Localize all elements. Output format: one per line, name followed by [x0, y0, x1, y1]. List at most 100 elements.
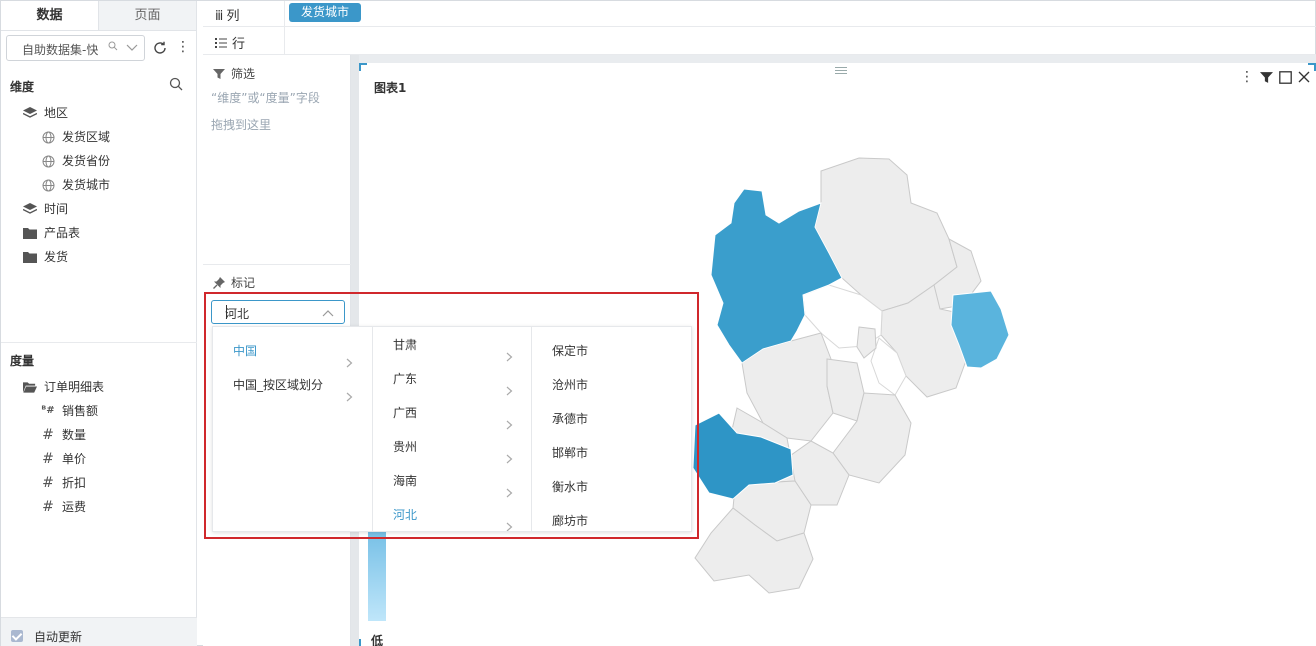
filter-title: 筛选	[213, 65, 255, 82]
data-panel: 数据 页面 自助数据集-快 ⋮ 维度 地区发货区域发货省份发货城市时间产品表发货	[1, 1, 197, 646]
dimension-item-label: 地区	[44, 106, 69, 120]
measure-item-label: 数量	[62, 428, 87, 442]
dataset-row: 自助数据集-快 ⋮	[6, 35, 192, 61]
dimension-item-3[interactable]: 发货城市	[41, 175, 110, 195]
refresh-icon[interactable]	[152, 40, 168, 59]
tab-data[interactable]: 数据	[1, 1, 98, 30]
section-divider	[1, 342, 197, 343]
cascader-province-item-label: 广东	[393, 372, 418, 386]
layers-icon	[23, 202, 37, 216]
cascader-city-item-3[interactable]: 邯郸市	[532, 436, 692, 470]
cascader-city-item-1[interactable]: 沧州市	[532, 368, 692, 402]
dimension-item-label: 发货区域	[62, 130, 111, 144]
dimension-item-4[interactable]: 时间	[23, 199, 68, 219]
columns-icon: ⅲ	[215, 9, 223, 24]
column-shelf-label: ⅲ 列	[215, 9, 240, 24]
mark-title: 标记	[213, 274, 255, 291]
cascader-province-item-0[interactable]: 甘肃	[373, 328, 531, 362]
cascader-province-item-1[interactable]: 广东	[373, 362, 531, 396]
chevron-up-icon[interactable]	[322, 307, 334, 321]
tab-page[interactable]: 页面	[98, 1, 196, 30]
search-icon	[108, 41, 118, 54]
measure-item-2[interactable]: # 数量	[41, 425, 86, 445]
chevron-right-icon	[506, 511, 513, 531]
cascader-city-item-label: 沧州市	[552, 378, 589, 392]
dimension-item-5[interactable]: 产品表	[23, 223, 80, 243]
measure-item-label: 订单明细表	[44, 380, 105, 394]
row-shelf-label: 行	[215, 33, 245, 52]
cascader-city-item-0[interactable]: 保定市	[532, 334, 692, 368]
cascader-city-item-5[interactable]: 廊坊市	[532, 504, 692, 531]
map-region-langfang-s[interactable]	[826, 358, 865, 422]
globe-icon	[41, 178, 55, 192]
auto-update-checkbox[interactable]	[11, 630, 23, 642]
row-shelf: 行	[203, 27, 1316, 55]
measure-item-label: 单价	[62, 452, 87, 466]
dimension-item-6[interactable]: 发货	[23, 247, 68, 267]
auto-update-label: 自动更新	[34, 630, 83, 644]
cascader-city-item-label: 邯郸市	[552, 446, 589, 460]
cascader-province-item-3[interactable]: 贵州	[373, 430, 531, 464]
chevron-right-icon	[346, 381, 353, 415]
map-region-input[interactable]: 河北	[211, 300, 345, 324]
cascader-province-item-5[interactable]: 河北	[373, 498, 531, 531]
measure-item-3[interactable]: # 单价	[41, 449, 86, 469]
cascader-province-item-label: 海南	[393, 474, 418, 488]
cascader-city-item-label: 廊坊市	[552, 514, 589, 528]
measure-item-label: 运费	[62, 500, 87, 514]
dimension-item-0[interactable]: 地区	[23, 103, 68, 123]
more-vertical-icon[interactable]: ⋮	[176, 39, 190, 55]
rows-icon	[215, 37, 227, 48]
dataset-select[interactable]: 自助数据集-快	[6, 35, 145, 61]
dimension-item-label: 时间	[44, 202, 69, 216]
measure-item-1[interactable]: ᴮ# 销售额	[41, 401, 98, 421]
dimension-item-1[interactable]: 发货区域	[41, 127, 110, 147]
hash-icon: #	[42, 499, 54, 515]
cascader-city-item-label: 衡水市	[552, 480, 589, 494]
cascader-country-item-0[interactable]: 中国	[213, 334, 372, 368]
dimension-title: 维度	[10, 80, 35, 94]
shelf-separator	[284, 27, 285, 55]
cascader-city-item-4[interactable]: 衡水市	[532, 470, 692, 504]
globe-icon	[41, 154, 55, 168]
cascader-country-item-1[interactable]: 中国_按区域划分	[213, 368, 372, 402]
text-caret	[226, 305, 227, 319]
cascader-column-province: 甘肃广东广西贵州海南河北	[373, 327, 532, 531]
filter-drop-hint[interactable]: “维度”或“度量”字段	[211, 89, 320, 106]
legend-low-label: 低	[371, 634, 384, 646]
layers-icon	[23, 106, 37, 120]
hash-icon: #	[42, 475, 54, 491]
panel-tabs: 数据 页面	[1, 1, 196, 31]
dimension-item-label: 发货省份	[62, 154, 111, 168]
cascader-city-item-label: 承德市	[552, 412, 589, 426]
dimension-item-label: 产品表	[44, 226, 81, 240]
shelf-separator	[284, 1, 285, 27]
folder-icon	[23, 226, 37, 240]
measure-item-label: 销售额	[62, 404, 99, 418]
folder-open-icon	[23, 380, 37, 394]
cascader-province-item-4[interactable]: 海南	[373, 464, 531, 498]
cascader-province-item-2[interactable]: 广西	[373, 396, 531, 430]
filter-drop-hint-2: 拖拽到这里	[211, 118, 272, 132]
cascader-country-item-label: 中国	[233, 344, 258, 358]
measure-item-0[interactable]: 订单明细表	[23, 377, 104, 397]
dataset-name: 自助数据集-快	[22, 43, 99, 57]
calc-field-icon: ᴮ#	[41, 405, 55, 416]
hash-icon: #	[42, 427, 54, 443]
hash-icon: #	[42, 451, 54, 467]
measure-title: 度量	[10, 354, 35, 368]
map-region-cascader: 中国中国_按区域划分 甘肃广东广西贵州海南河北 保定市沧州市承德市邯郸市衡水市廊…	[212, 326, 692, 532]
measure-item-4[interactable]: # 折扣	[41, 473, 86, 493]
cascader-column-city: 保定市沧州市承德市邯郸市衡水市廊坊市	[532, 327, 692, 531]
measure-item-5[interactable]: # 运费	[41, 497, 86, 517]
field-pill-ship-city[interactable]: 发货城市	[289, 3, 362, 22]
chevron-down-icon[interactable]	[125, 40, 139, 57]
cascader-province-item-label: 甘肃	[393, 338, 418, 352]
dimension-item-2[interactable]: 发货省份	[41, 151, 110, 171]
cascader-province-item-label: 广西	[393, 406, 418, 420]
cascader-city-item-label: 保定市	[552, 344, 589, 358]
search-icon[interactable]	[169, 77, 183, 94]
section-divider	[203, 264, 351, 265]
app-window: 数据 页面 自助数据集-快 ⋮ 维度 地区 发货区域 发货省份 发货城市 时间 产品表 发货	[0, 0, 1316, 646]
cascader-city-item-2[interactable]: 承德市	[532, 402, 692, 436]
